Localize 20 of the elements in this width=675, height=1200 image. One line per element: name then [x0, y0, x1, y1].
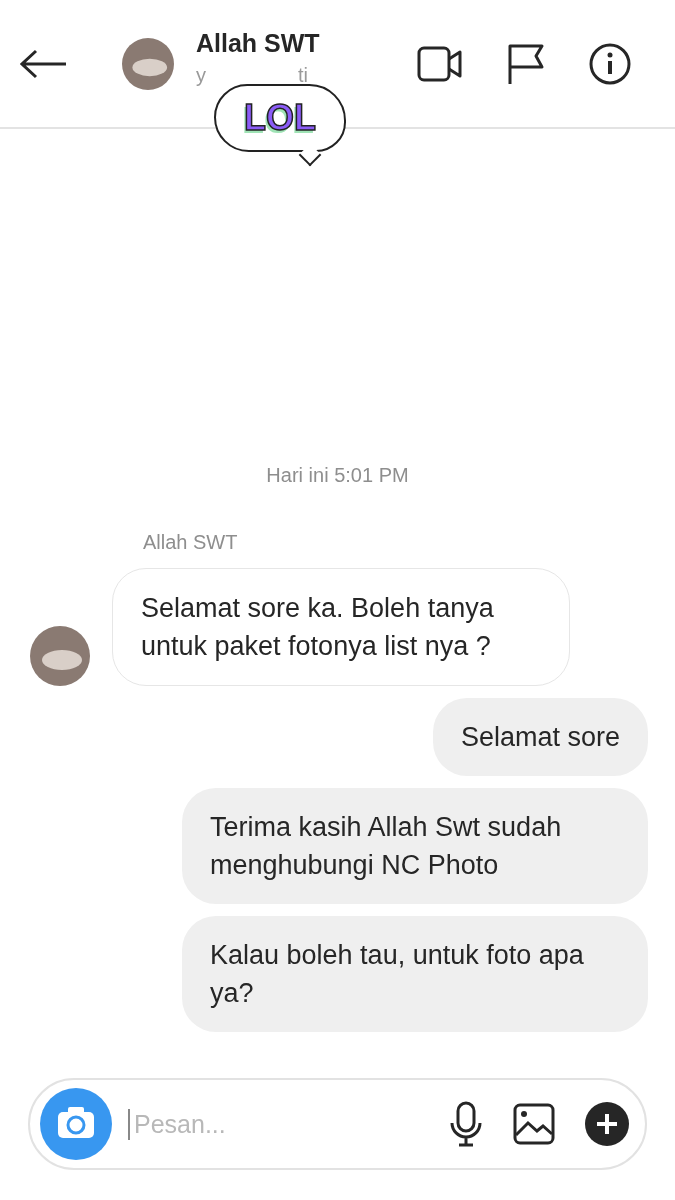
info-icon[interactable] — [589, 42, 631, 85]
message-bubble: Kalau boleh tau, untuk foto apa ya? — [182, 916, 648, 1032]
image-gallery-icon[interactable] — [513, 1103, 555, 1145]
contact-name: Allah SWT — [196, 28, 321, 58]
microphone-icon[interactable] — [449, 1101, 483, 1147]
timestamp: Hari ini 5:01 PM — [266, 464, 409, 487]
sender-name: Allah SWT — [143, 531, 239, 554]
flag-icon[interactable] — [507, 42, 545, 85]
avatar-photo — [122, 37, 174, 90]
camera-button[interactable] — [40, 1088, 112, 1160]
message-bubble: Terima kasih Allah Swt sudah menghubungi NC Photo — [182, 788, 648, 904]
subtitle-fragment: y — [196, 63, 206, 87]
subtitle-fragment: ti — [298, 63, 308, 87]
message-bubble: Selamat sore ka. Boleh tanya untuk paket fotonya list nya ? — [112, 568, 570, 686]
message-bubble: Selamat sore — [432, 698, 648, 776]
back-arrow-icon[interactable] — [20, 48, 68, 79]
lol-sticker: LOL — [214, 84, 346, 152]
video-camera-icon[interactable] — [417, 45, 463, 82]
avatar-photo — [30, 626, 90, 686]
add-button[interactable] — [585, 1102, 629, 1146]
